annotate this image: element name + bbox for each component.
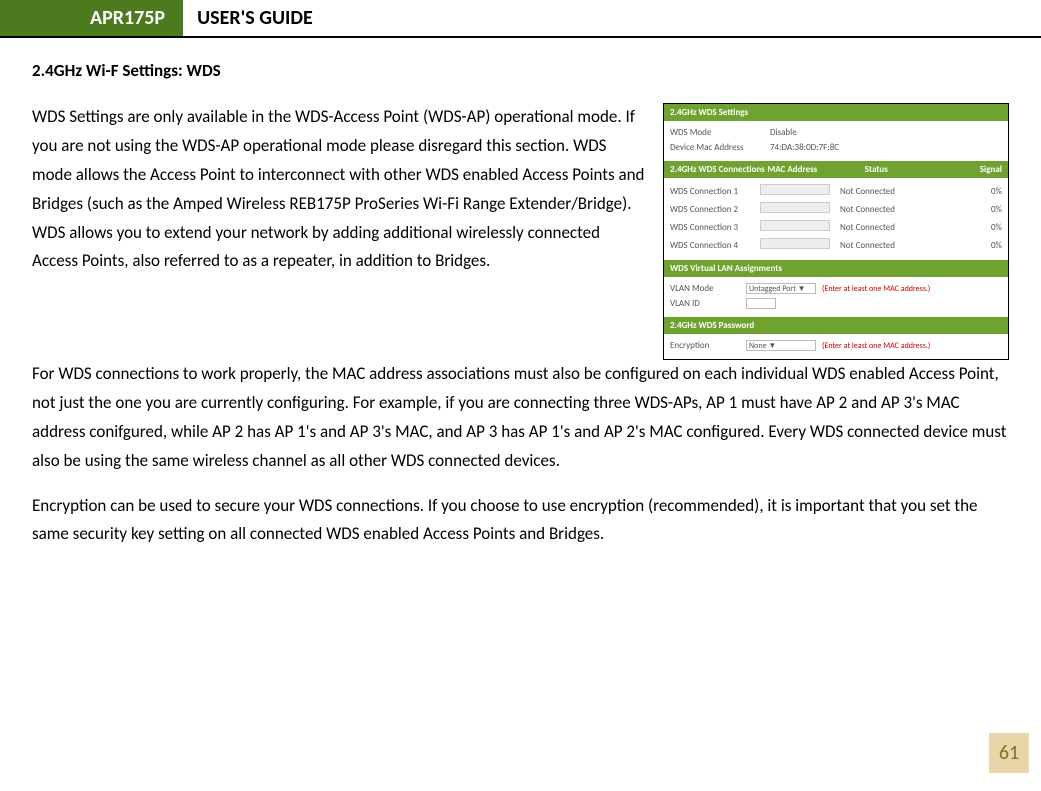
vlan-hint: (Enter at least one MAC address.) bbox=[822, 284, 930, 294]
conn-signal: 0% bbox=[972, 240, 1002, 251]
panel-password-head: 2.4GHz WDS Password bbox=[664, 317, 1008, 334]
wds-mode-value: Disable bbox=[770, 127, 1002, 138]
connections-title: 2.4GHz WDS Connections bbox=[670, 164, 767, 175]
panel-settings-title: 2.4GHz WDS Settings bbox=[670, 107, 748, 118]
device-mac-value: 74:DA:38:0D:7F:8C bbox=[770, 142, 1002, 153]
password-title: 2.4GHz WDS Password bbox=[670, 320, 754, 331]
conn-status: Not Connected bbox=[840, 204, 972, 215]
body-text-column: WDS Settings are only available in the W… bbox=[32, 103, 645, 292]
panel-vlan-head: WDS Virtual LAN Assignments bbox=[664, 260, 1008, 277]
conn-row: WDS Connection 3 Not Connected 0% bbox=[670, 218, 1002, 236]
encryption-label: Encryption bbox=[670, 340, 740, 351]
encryption-hint: (Enter at least one MAC address.) bbox=[822, 341, 930, 351]
product-badge: APR175P bbox=[0, 0, 183, 36]
vlan-mode-select[interactable]: Untagged Port ▼ bbox=[746, 283, 816, 294]
panel-settings-head: 2.4GHz WDS Settings bbox=[664, 104, 1008, 121]
mac-input[interactable] bbox=[760, 220, 830, 231]
panel-connections-body: WDS Connection 1 Not Connected 0% WDS Co… bbox=[664, 178, 1008, 260]
conn-row: WDS Connection 4 Not Connected 0% bbox=[670, 236, 1002, 254]
panel-connections-head: 2.4GHz WDS Connections MAC Address Statu… bbox=[664, 161, 1008, 178]
conn-name: WDS Connection 4 bbox=[670, 240, 760, 251]
body-text-continued: For WDS connections to work properly, th… bbox=[32, 360, 1009, 549]
col-status: Status bbox=[865, 164, 962, 175]
panel-settings-body: WDS Mode Disable Device Mac Address 74:D… bbox=[664, 121, 1008, 161]
mac-input[interactable] bbox=[760, 202, 830, 213]
mac-input[interactable] bbox=[760, 184, 830, 195]
panel-vlan-body: VLAN Mode Untagged Port ▼ (Enter at leas… bbox=[664, 277, 1008, 317]
vlan-id-label: VLAN ID bbox=[670, 298, 740, 309]
vlan-mode-label: VLAN Mode bbox=[670, 283, 740, 294]
col-signal: Signal bbox=[962, 164, 1002, 175]
conn-row: WDS Connection 2 Not Connected 0% bbox=[670, 200, 1002, 218]
conn-signal: 0% bbox=[972, 222, 1002, 233]
settings-screenshot: 2.4GHz WDS Settings WDS Mode Disable Dev… bbox=[663, 103, 1009, 360]
conn-status: Not Connected bbox=[840, 222, 972, 233]
conn-name: WDS Connection 1 bbox=[670, 186, 760, 197]
page-number: 61 bbox=[989, 733, 1029, 773]
conn-status: Not Connected bbox=[840, 186, 972, 197]
doc-title: USER'S GUIDE bbox=[183, 0, 313, 36]
col-mac: MAC Address bbox=[767, 164, 864, 175]
conn-signal: 0% bbox=[972, 186, 1002, 197]
mac-input[interactable] bbox=[760, 238, 830, 249]
section-heading: 2.4GHz Wi-F Settings: WDS bbox=[32, 60, 1009, 81]
panel-password-body: Encryption None ▼ (Enter at least one MA… bbox=[664, 334, 1008, 359]
paragraph-3: Encryption can be used to secure your WD… bbox=[32, 492, 1009, 550]
page-content: 2.4GHz Wi-F Settings: WDS WDS Settings a… bbox=[0, 38, 1041, 549]
conn-row: WDS Connection 1 Not Connected 0% bbox=[670, 182, 1002, 200]
wds-mode-label: WDS Mode bbox=[670, 127, 770, 138]
conn-name: WDS Connection 2 bbox=[670, 204, 760, 215]
vlan-title: WDS Virtual LAN Assignments bbox=[670, 263, 782, 274]
paragraph-1: WDS Settings are only available in the W… bbox=[32, 103, 645, 276]
page-header: APR175P USER'S GUIDE bbox=[0, 0, 1041, 38]
conn-status: Not Connected bbox=[840, 240, 972, 251]
encryption-select[interactable]: None ▼ bbox=[746, 340, 816, 351]
vlan-id-input[interactable] bbox=[746, 298, 776, 309]
device-mac-label: Device Mac Address bbox=[670, 142, 770, 153]
conn-signal: 0% bbox=[972, 204, 1002, 215]
conn-name: WDS Connection 3 bbox=[670, 222, 760, 233]
paragraph-2: For WDS connections to work properly, th… bbox=[32, 360, 1009, 476]
